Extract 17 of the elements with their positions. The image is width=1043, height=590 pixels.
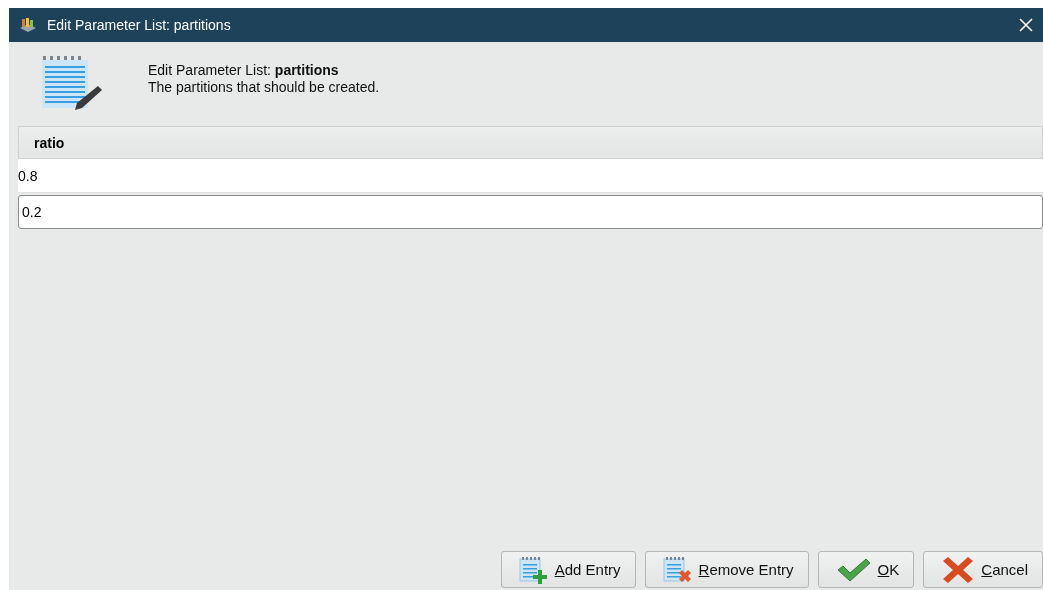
remove-button[interactable]: Remove Entry xyxy=(644,551,809,588)
column-header[interactable]: ratio xyxy=(18,126,1043,159)
checkmark-icon xyxy=(835,556,872,583)
app-icon xyxy=(19,17,37,33)
header-title: Edit Parameter List: partitions xyxy=(148,62,340,79)
cell-editor-field[interactable]: 0.2 xyxy=(18,195,1043,229)
add-button[interactable]: Add Entry xyxy=(500,551,636,588)
notepad-plus-icon xyxy=(518,555,549,584)
notepad-cross-icon xyxy=(662,555,693,584)
cancel-button[interactable]: Cancel xyxy=(923,551,1043,588)
table-cell: 0.8 xyxy=(18,159,1043,193)
close-button[interactable] xyxy=(1017,16,1035,34)
notepad-pencil-icon xyxy=(40,54,104,110)
header-description: The partitions that should be created. xyxy=(148,79,380,96)
ok-button[interactable]: OK xyxy=(817,551,915,588)
window-title: Edit Parameter List: partitions xyxy=(47,17,232,33)
close-icon xyxy=(1019,18,1033,32)
